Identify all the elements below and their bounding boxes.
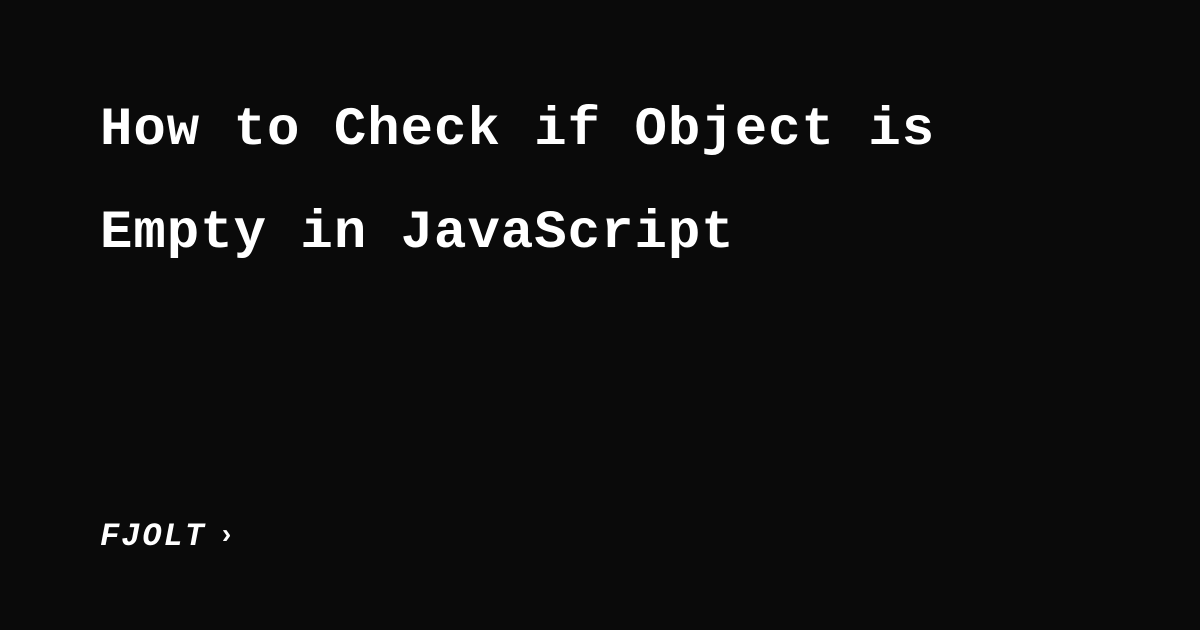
brand-name: FJOLT [100, 518, 206, 555]
card-container: How to Check if Object is Empty in JavaS… [0, 0, 1200, 630]
brand-logo: FJOLT › [100, 518, 237, 555]
article-title: How to Check if Object is Empty in JavaS… [100, 80, 1100, 285]
chevron-right-icon: › [218, 521, 237, 552]
